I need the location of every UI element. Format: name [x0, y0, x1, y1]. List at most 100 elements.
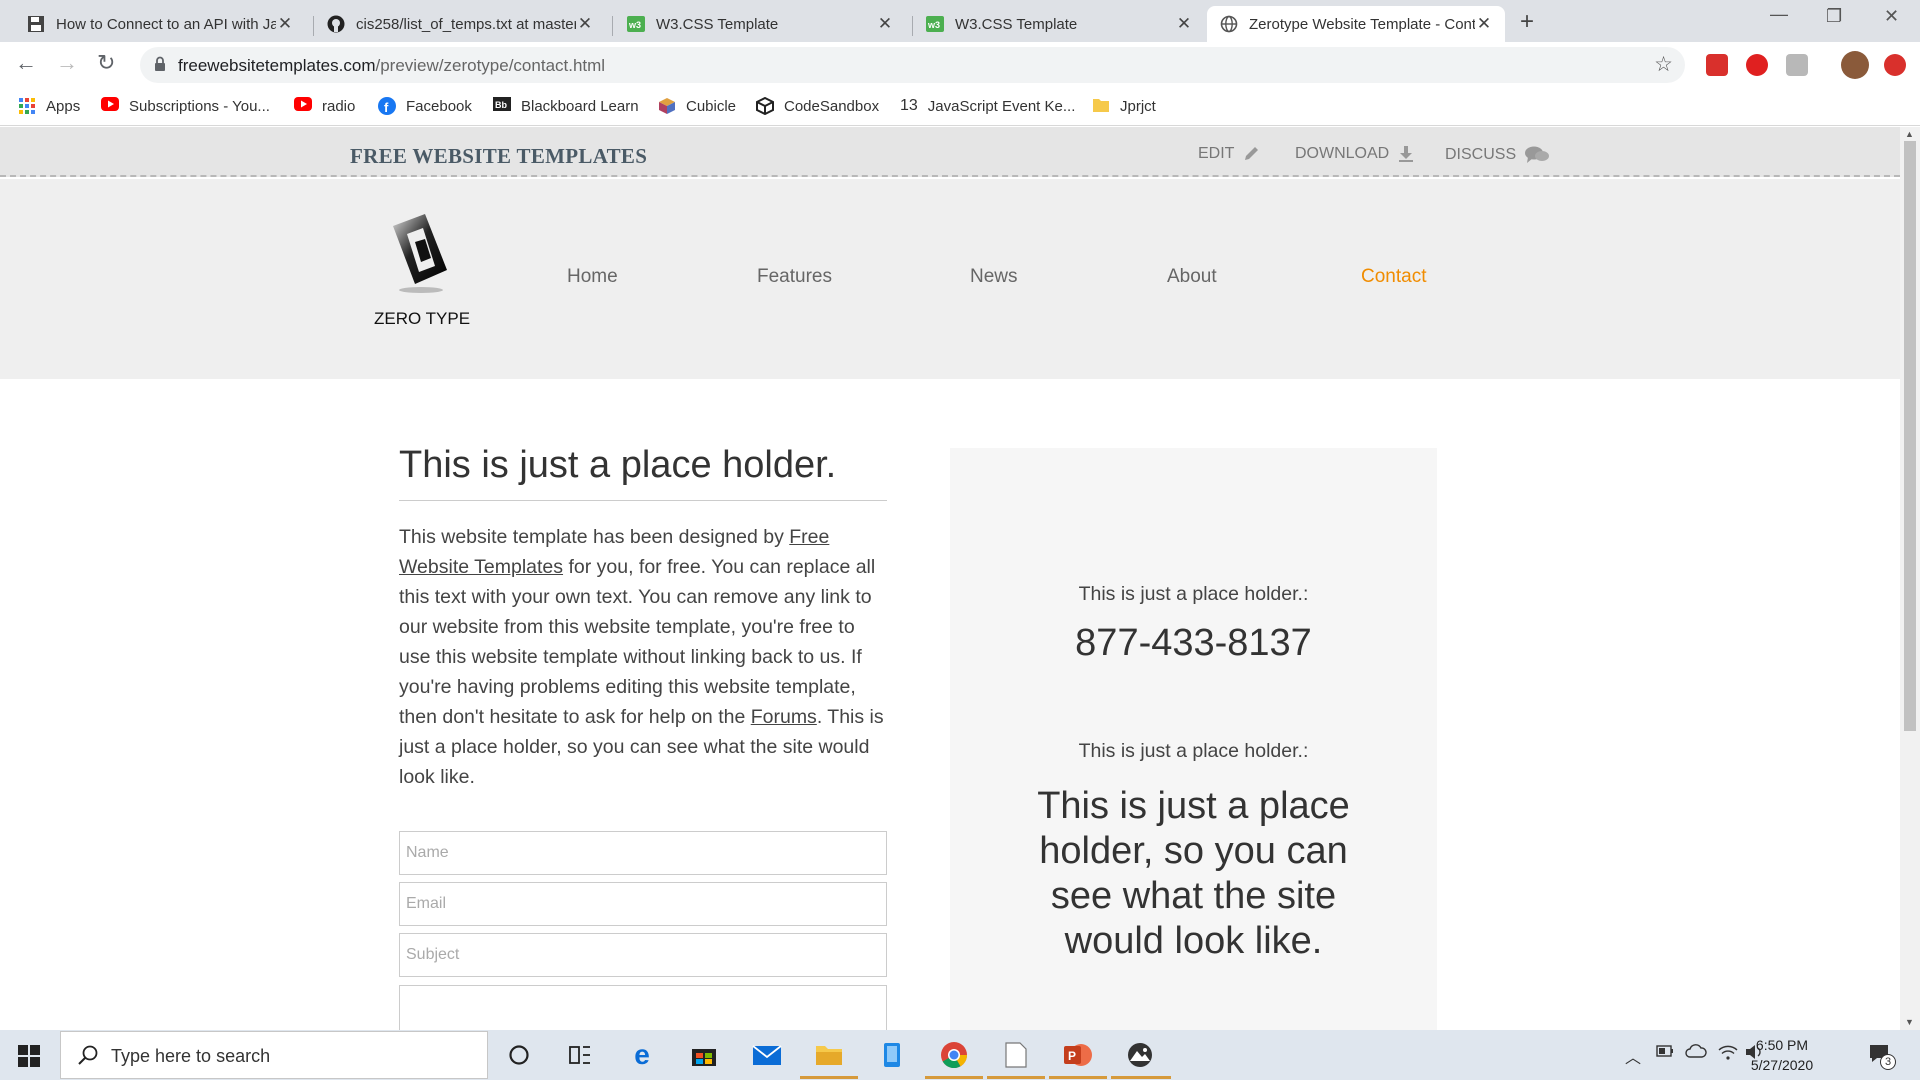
show-hidden-icons-icon[interactable]: ︿	[1625, 1044, 1641, 1068]
tab-title: cis258/list_of_temps.txt at master	[356, 15, 576, 33]
clock-time: 6:50 PM	[1755, 1037, 1809, 1053]
powerpoint-icon[interactable]: P	[1063, 1040, 1093, 1070]
bookmark-label: Subscriptions - You...	[129, 97, 270, 115]
page-scrollbar[interactable]: ▲ ▼	[1900, 127, 1920, 1030]
reload-icon[interactable]: ↻	[97, 50, 115, 76]
youtube-icon	[101, 97, 119, 115]
svg-text:Bb: Bb	[495, 100, 507, 110]
download-link[interactable]: DOWNLOAD	[1295, 145, 1415, 163]
close-tab-icon[interactable]: ✕	[576, 14, 594, 34]
mail-icon[interactable]	[752, 1040, 782, 1070]
photos-app-icon[interactable]	[1125, 1040, 1155, 1070]
close-tab-icon[interactable]: ✕	[276, 14, 294, 34]
wifi-icon[interactable]	[1718, 1044, 1738, 1065]
tab-zerotype-contact[interactable]: Zerotype Website Template - Contact ✕	[1207, 6, 1505, 42]
nav-about[interactable]: About	[1167, 266, 1217, 288]
bookmark-star-icon[interactable]: ☆	[1654, 52, 1673, 77]
close-window-icon[interactable]: ✕	[1884, 6, 1899, 27]
taskbar-search-box[interactable]: Type here to search	[60, 1031, 488, 1079]
bookmark-subscriptions[interactable]: Subscriptions - You...	[101, 97, 270, 115]
edit-link[interactable]: EDIT	[1198, 145, 1260, 163]
minimize-icon[interactable]: —	[1770, 4, 1788, 25]
bookmark-blackboard[interactable]: Bb Blackboard Learn	[493, 97, 639, 115]
email-field[interactable]	[399, 882, 887, 926]
chrome-icon[interactable]	[939, 1040, 969, 1070]
info-text: This is just a place holder, so you can …	[1037, 785, 1350, 962]
discuss-label: DISCUSS	[1445, 146, 1517, 163]
zerotype-logo-icon[interactable]	[385, 212, 455, 302]
cortana-icon[interactable]	[504, 1040, 534, 1070]
bookmark-js-event-keycodes[interactable]: 13 JavaScript Event Ke...	[900, 97, 1075, 115]
message-field[interactable]	[399, 985, 887, 1030]
tab-title: W3.CSS Template	[955, 15, 1078, 33]
phone-label: This is just a place holder.:	[1078, 583, 1309, 605]
forums-link[interactable]: Forums	[751, 706, 817, 728]
url-text[interactable]: freewebsitetemplates.com/preview/zerotyp…	[178, 56, 605, 76]
phone-number: 877-433-8137	[1075, 622, 1312, 664]
avatar[interactable]	[1841, 51, 1869, 79]
cube-icon	[658, 97, 676, 115]
bookmark-radio[interactable]: radio	[294, 97, 355, 115]
para-text-2: for you, for free. You can replace all t…	[399, 556, 876, 728]
para-text-1: This website template has been designed …	[399, 526, 790, 548]
page-heading: This is just a place holder.	[399, 444, 837, 486]
bookmark-codesandbox[interactable]: CodeSandbox	[756, 96, 879, 116]
back-icon[interactable]: ←	[15, 50, 37, 76]
bookmark-cubicle[interactable]: Cubicle	[658, 97, 736, 115]
subject-field[interactable]	[399, 933, 887, 977]
clock-date: 5/27/2020	[1750, 1057, 1814, 1073]
globe-icon	[1219, 14, 1239, 34]
store-icon[interactable]	[689, 1040, 719, 1070]
notifications-icon[interactable]: 3	[1868, 1042, 1896, 1071]
edge-icon[interactable]: e	[627, 1039, 657, 1070]
extension-icon[interactable]	[1746, 54, 1768, 76]
close-tab-icon[interactable]: ✕	[1475, 14, 1493, 34]
scroll-down-icon[interactable]: ▼	[1905, 1017, 1914, 1027]
restore-icon[interactable]: ❐	[1826, 6, 1842, 27]
taskbar-clock[interactable]: 6:50 PM 5/27/2020	[1737, 1035, 1827, 1075]
scrollbar-thumb[interactable]	[1904, 141, 1916, 731]
scroll-up-icon[interactable]: ▲	[1905, 129, 1914, 139]
extension-icon[interactable]	[1786, 54, 1808, 76]
nav-features[interactable]: Features	[757, 266, 832, 288]
logo-text[interactable]: ZERO TYPE	[374, 309, 470, 329]
phone-app-icon[interactable]	[877, 1040, 907, 1070]
file-explorer-icon[interactable]	[814, 1040, 844, 1070]
fwt-brand[interactable]: FREE WEBSITE TEMPLATES	[350, 144, 647, 169]
running-indicator	[800, 1076, 858, 1079]
lock-icon	[154, 56, 166, 72]
battery-icon[interactable]	[1656, 1044, 1674, 1062]
bookmark-jprjct[interactable]: Jprjct	[1092, 97, 1156, 115]
name-field[interactable]	[399, 831, 887, 875]
discuss-link[interactable]: DISCUSS	[1445, 145, 1550, 165]
task-view-icon[interactable]	[565, 1040, 595, 1070]
extension-icon[interactable]	[1706, 54, 1728, 76]
youtube-icon	[294, 97, 312, 115]
tab-api-article[interactable]: How to Connect to an API with JavaScript…	[14, 6, 306, 42]
tab-w3css-2[interactable]: w3 W3.CSS Template ✕	[913, 6, 1205, 42]
windows-start-icon[interactable]	[18, 1045, 40, 1072]
bookmark-apps[interactable]: Apps	[18, 97, 80, 115]
contact-sidebar: This is just a place holder.: 877-433-81…	[950, 448, 1437, 1030]
tab-w3css-1[interactable]: w3 W3.CSS Template ✕	[614, 6, 906, 42]
address-bar[interactable]: freewebsitetemplates.com/preview/zerotyp…	[140, 47, 1685, 83]
tab-title: W3.CSS Template	[656, 15, 779, 33]
download-icon	[1399, 146, 1414, 162]
nav-home[interactable]: Home	[567, 266, 618, 288]
update-icon[interactable]	[1884, 54, 1906, 76]
new-tab-icon[interactable]: +	[1520, 8, 1534, 36]
close-tab-icon[interactable]: ✕	[876, 14, 894, 34]
url-host: freewebsitetemplates.com	[178, 56, 376, 75]
intro-paragraph: This website template has been designed …	[399, 522, 889, 792]
running-indicator	[987, 1076, 1045, 1079]
bookmark-facebook[interactable]: f Facebook	[378, 97, 472, 115]
tab-separator	[612, 16, 613, 36]
bookmark-label: Apps	[46, 97, 81, 115]
nav-contact[interactable]: Contact	[1361, 266, 1426, 288]
notepad-icon[interactable]	[1001, 1040, 1031, 1070]
forward-icon[interactable]: →	[56, 50, 78, 76]
onedrive-icon[interactable]	[1685, 1044, 1707, 1063]
nav-news[interactable]: News	[970, 266, 1018, 288]
tab-github[interactable]: cis258/list_of_temps.txt at master ✕	[314, 6, 606, 42]
close-tab-icon[interactable]: ✕	[1175, 14, 1193, 34]
